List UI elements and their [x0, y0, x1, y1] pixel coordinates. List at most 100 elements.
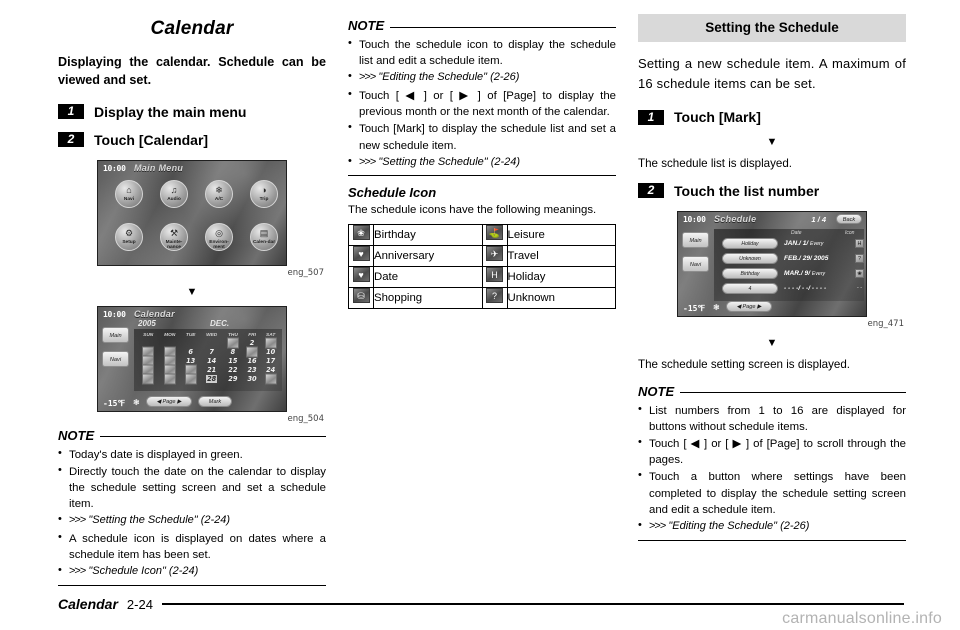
footer-page-number: 2-24: [126, 596, 153, 612]
middle-column: NOTE Touch the schedule icon to display …: [348, 14, 616, 310]
calendar-day-cell[interactable]: [181, 339, 200, 348]
mark-button[interactable]: Mark: [198, 395, 232, 407]
unknown-icon: ?: [486, 288, 503, 304]
fan-icon: ❃: [713, 302, 720, 312]
footer-rule: [161, 602, 904, 606]
page-button[interactable]: ◀ Page ▶: [146, 395, 192, 407]
calendar-day-cell[interactable]: 10: [261, 348, 280, 357]
calendar-day-cell[interactable]: 6: [181, 348, 200, 357]
calendar-day-cell[interactable]: 27: [181, 375, 200, 384]
calendar-day-cell[interactable]: 30: [243, 375, 262, 384]
side-button-main[interactable]: Main: [102, 326, 129, 343]
main-menu-button-audio[interactable]: ♫ Audio: [160, 179, 188, 208]
schedule-item-date: JAN./ 1/ Every: [784, 239, 824, 247]
step-number-badge: 2: [638, 183, 664, 199]
setup-icon: ⚙: [124, 227, 134, 238]
column-header-date: Date: [791, 229, 802, 236]
flow-arrow-icon: ▼: [186, 285, 198, 298]
calendar-day-cell[interactable]: 1: [223, 339, 243, 348]
step-label: Display the main menu: [94, 103, 247, 120]
table-row: ♥ Date H Holiday: [348, 266, 616, 289]
calendar-day-cell[interactable]: 3: [261, 339, 280, 348]
step-2-touch-list-number: 2 Touch the list number: [638, 183, 906, 199]
legend-label: Unknown: [506, 287, 616, 310]
calendar-day-cell[interactable]: 14: [200, 357, 223, 366]
side-button-navi[interactable]: Navi: [682, 255, 709, 272]
note-item: Touch the schedule icon to display the s…: [348, 36, 616, 69]
main-menu-button-maintenance[interactable]: ⚒ Mainte-nance: [160, 222, 188, 251]
page-next-arrow-icon[interactable]: ▶: [757, 304, 761, 310]
schedule-item-button[interactable]: Unknown: [722, 252, 778, 264]
calendar-day-cell[interactable]: 15: [223, 357, 243, 366]
legend-label: Shopping: [373, 287, 483, 310]
calendar-day-cell[interactable]: 17: [261, 357, 280, 366]
today-highlight: 28: [206, 375, 218, 383]
main-menu-button-trip[interactable]: ◑ Trip: [250, 179, 278, 208]
clock-label: 10:00: [103, 163, 126, 173]
note-reference: >>> "Editing the Schedule" (2-26): [638, 518, 906, 535]
calendar-day-cell[interactable]: [200, 339, 223, 348]
schedule-list-row: Birthday MAR./ 9/ Every ❀: [722, 267, 864, 281]
calendar-week-row: 25 26 27 28 29 30 31: [138, 375, 280, 384]
legend-icon-cell: ✈: [481, 245, 508, 268]
legend-icon-cell: ❀: [348, 224, 374, 247]
watermark: carmanualsonline.info: [782, 610, 942, 627]
main-menu-button-environment[interactable]: ◎ Environ-ment: [205, 222, 233, 251]
date-heart-icon: ♥: [352, 267, 370, 283]
schedule-item-button[interactable]: Holiday: [722, 237, 778, 249]
temperature-display: -15℉: [103, 398, 126, 408]
calendar-day-cell[interactable]: 29: [223, 375, 243, 384]
unknown-icon: ?: [855, 253, 864, 263]
main-menu-button-setup[interactable]: ⚙ Setup: [115, 222, 143, 251]
calendar-day-cell-today[interactable]: 28: [200, 375, 223, 384]
note-rule: [680, 392, 906, 394]
calendar-day-cell[interactable]: 23: [243, 366, 262, 375]
back-button[interactable]: Back: [836, 213, 862, 224]
step-number-badge: 2: [58, 132, 84, 147]
reference-arrows-icon: >>>: [359, 71, 376, 84]
schedule-item-button[interactable]: Birthday: [722, 267, 778, 279]
shopping-bag-icon: ⛁: [352, 288, 370, 304]
calendar-day-cell[interactable]: 31: [261, 375, 280, 384]
page-footer: Calendar 2-24: [58, 596, 904, 612]
schedule-item-date: FEB./ 29/ 2005: [784, 254, 829, 262]
note-list-left: Today's date is displayed in green. Dire…: [58, 445, 326, 580]
page-prev-arrow-icon[interactable]: ◀: [157, 399, 161, 405]
after-step1-text: The schedule list is displayed.: [638, 157, 793, 170]
climate-icon: ❄: [215, 184, 223, 195]
note-item: Today's date is displayed in green.: [58, 445, 326, 463]
note-header-middle: NOTE: [348, 18, 616, 33]
calendar-day-cell[interactable]: 26: [158, 375, 181, 384]
step-label: Touch [Calendar]: [94, 131, 209, 148]
calendar-day-cell[interactable]: 21: [200, 366, 223, 375]
calendar-day-cell[interactable]: 8: [223, 348, 243, 357]
side-button-main[interactable]: Main: [682, 231, 709, 248]
calendar-year: 2005: [138, 318, 156, 328]
main-menu-button-ac[interactable]: ❄ A/C: [205, 179, 233, 208]
calendar-month: DEC.: [210, 318, 230, 328]
page-prev-arrow-icon[interactable]: ◀: [737, 304, 741, 310]
calendar-day-cell[interactable]: 9: [243, 348, 262, 357]
page-button[interactable]: ◀ Page ▶: [726, 300, 772, 312]
note-item: Touch a button where settings have been …: [638, 468, 906, 518]
calendar-day-cell[interactable]: 22: [223, 366, 243, 375]
main-menu-button-calendar[interactable]: ▤ Calen-dar: [250, 222, 278, 251]
note-rule: [390, 26, 616, 28]
schedule-list-screen: 10:00 Schedule 1 / 4 Back Main Navi Date…: [677, 210, 867, 317]
side-button-navi[interactable]: Navi: [102, 350, 129, 367]
main-menu-button-navi[interactable]: ⌂ Navi: [115, 179, 143, 208]
page-title: Calendar: [150, 18, 234, 39]
maintenance-icon: ⚒: [169, 227, 179, 238]
right-intro-text: Setting a new schedule item. A maximum o…: [638, 56, 906, 91]
legend-label: Travel: [506, 245, 616, 268]
figure-caption: eng_507: [287, 267, 325, 278]
page-next-arrow-icon[interactable]: ▶: [177, 399, 181, 405]
fan-icon: ❃: [133, 397, 140, 407]
calendar-day-cell[interactable]: 16: [243, 357, 262, 366]
calendar-day-cell[interactable]: 25: [138, 375, 158, 384]
schedule-item-button[interactable]: 4: [722, 282, 778, 294]
figure-caption: eng_471: [867, 318, 905, 329]
note-bottom-rule: [58, 584, 326, 586]
table-row: ⛁ Shopping ? Unknown: [348, 287, 616, 310]
calendar-day-cell[interactable]: 7: [200, 348, 223, 357]
